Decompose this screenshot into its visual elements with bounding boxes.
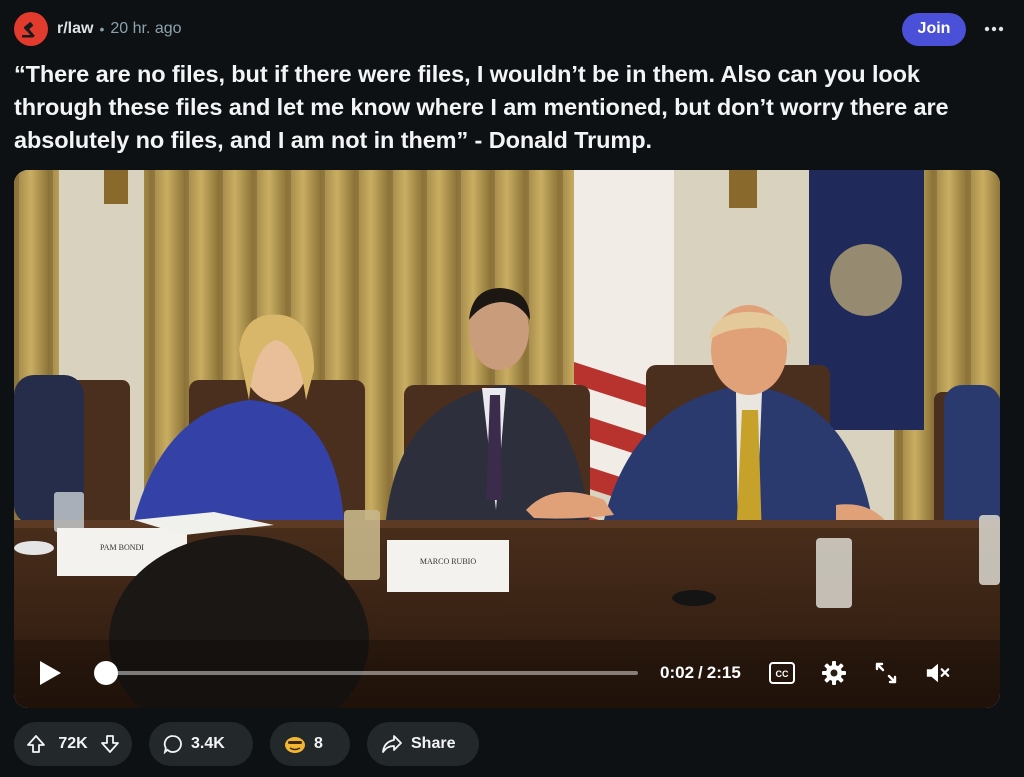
comment-bubble-icon <box>163 734 183 754</box>
nameplate-rubio: MARCO RUBIO <box>387 540 509 592</box>
subreddit-name[interactable]: r/law <box>57 20 93 38</box>
time-separator: / <box>698 663 703 682</box>
gavel-icon <box>22 22 35 38</box>
total-time: 2:15 <box>706 663 741 682</box>
meta-separator: • <box>99 21 105 37</box>
join-button[interactable]: Join <box>902 12 966 46</box>
nameplate-bondi-text: PAM BONDI <box>100 543 144 552</box>
more-dots-icon[interactable] <box>982 19 1006 39</box>
comments-button[interactable]: 3.4K <box>149 722 253 766</box>
share-label: Share <box>411 735 456 752</box>
play-icon[interactable] <box>36 659 64 687</box>
reddit-post: r/law • 20 hr. ago Join “There are no fi… <box>0 0 1024 777</box>
captions-label: CC <box>775 669 788 679</box>
downvote-icon[interactable] <box>100 734 120 754</box>
subreddit-avatar[interactable] <box>14 12 48 46</box>
video-controls: 0:02 / 2:15 CC <box>14 638 1000 708</box>
video-frame: PAM BONDI MARCO RUBIO <box>14 170 1000 708</box>
settings-gear-icon[interactable] <box>821 660 847 686</box>
current-time: 0:02 <box>660 663 695 682</box>
share-button[interactable]: Share <box>367 722 479 766</box>
share-arrow-icon <box>381 734 403 754</box>
award-count: 8 <box>314 735 323 752</box>
video-player[interactable]: PAM BONDI MARCO RUBIO 0:02 / 2:15 CC <box>14 170 1000 708</box>
captions-icon[interactable]: CC <box>768 660 795 686</box>
comment-count: 3.4K <box>191 735 225 752</box>
post-title[interactable]: “There are no files, but if there were f… <box>14 58 1014 157</box>
post-header: r/law • 20 hr. ago Join <box>14 12 1006 46</box>
award-emoji-icon <box>284 734 306 754</box>
upvote-icon[interactable] <box>26 734 46 754</box>
expand-icon[interactable] <box>873 660 899 686</box>
mute-icon[interactable] <box>925 660 951 686</box>
post-timestamp: 20 hr. ago <box>110 20 182 37</box>
award-button[interactable]: 8 <box>270 722 350 766</box>
post-actions: 72K 3.4K 8 Share <box>14 722 496 766</box>
video-scrubber[interactable] <box>94 661 638 685</box>
nameplate-rubio-text: MARCO RUBIO <box>420 557 476 566</box>
upvote-count: 72K <box>58 735 88 752</box>
vote-pill: 72K <box>14 722 132 766</box>
scrubber-handle[interactable] <box>94 661 119 685</box>
